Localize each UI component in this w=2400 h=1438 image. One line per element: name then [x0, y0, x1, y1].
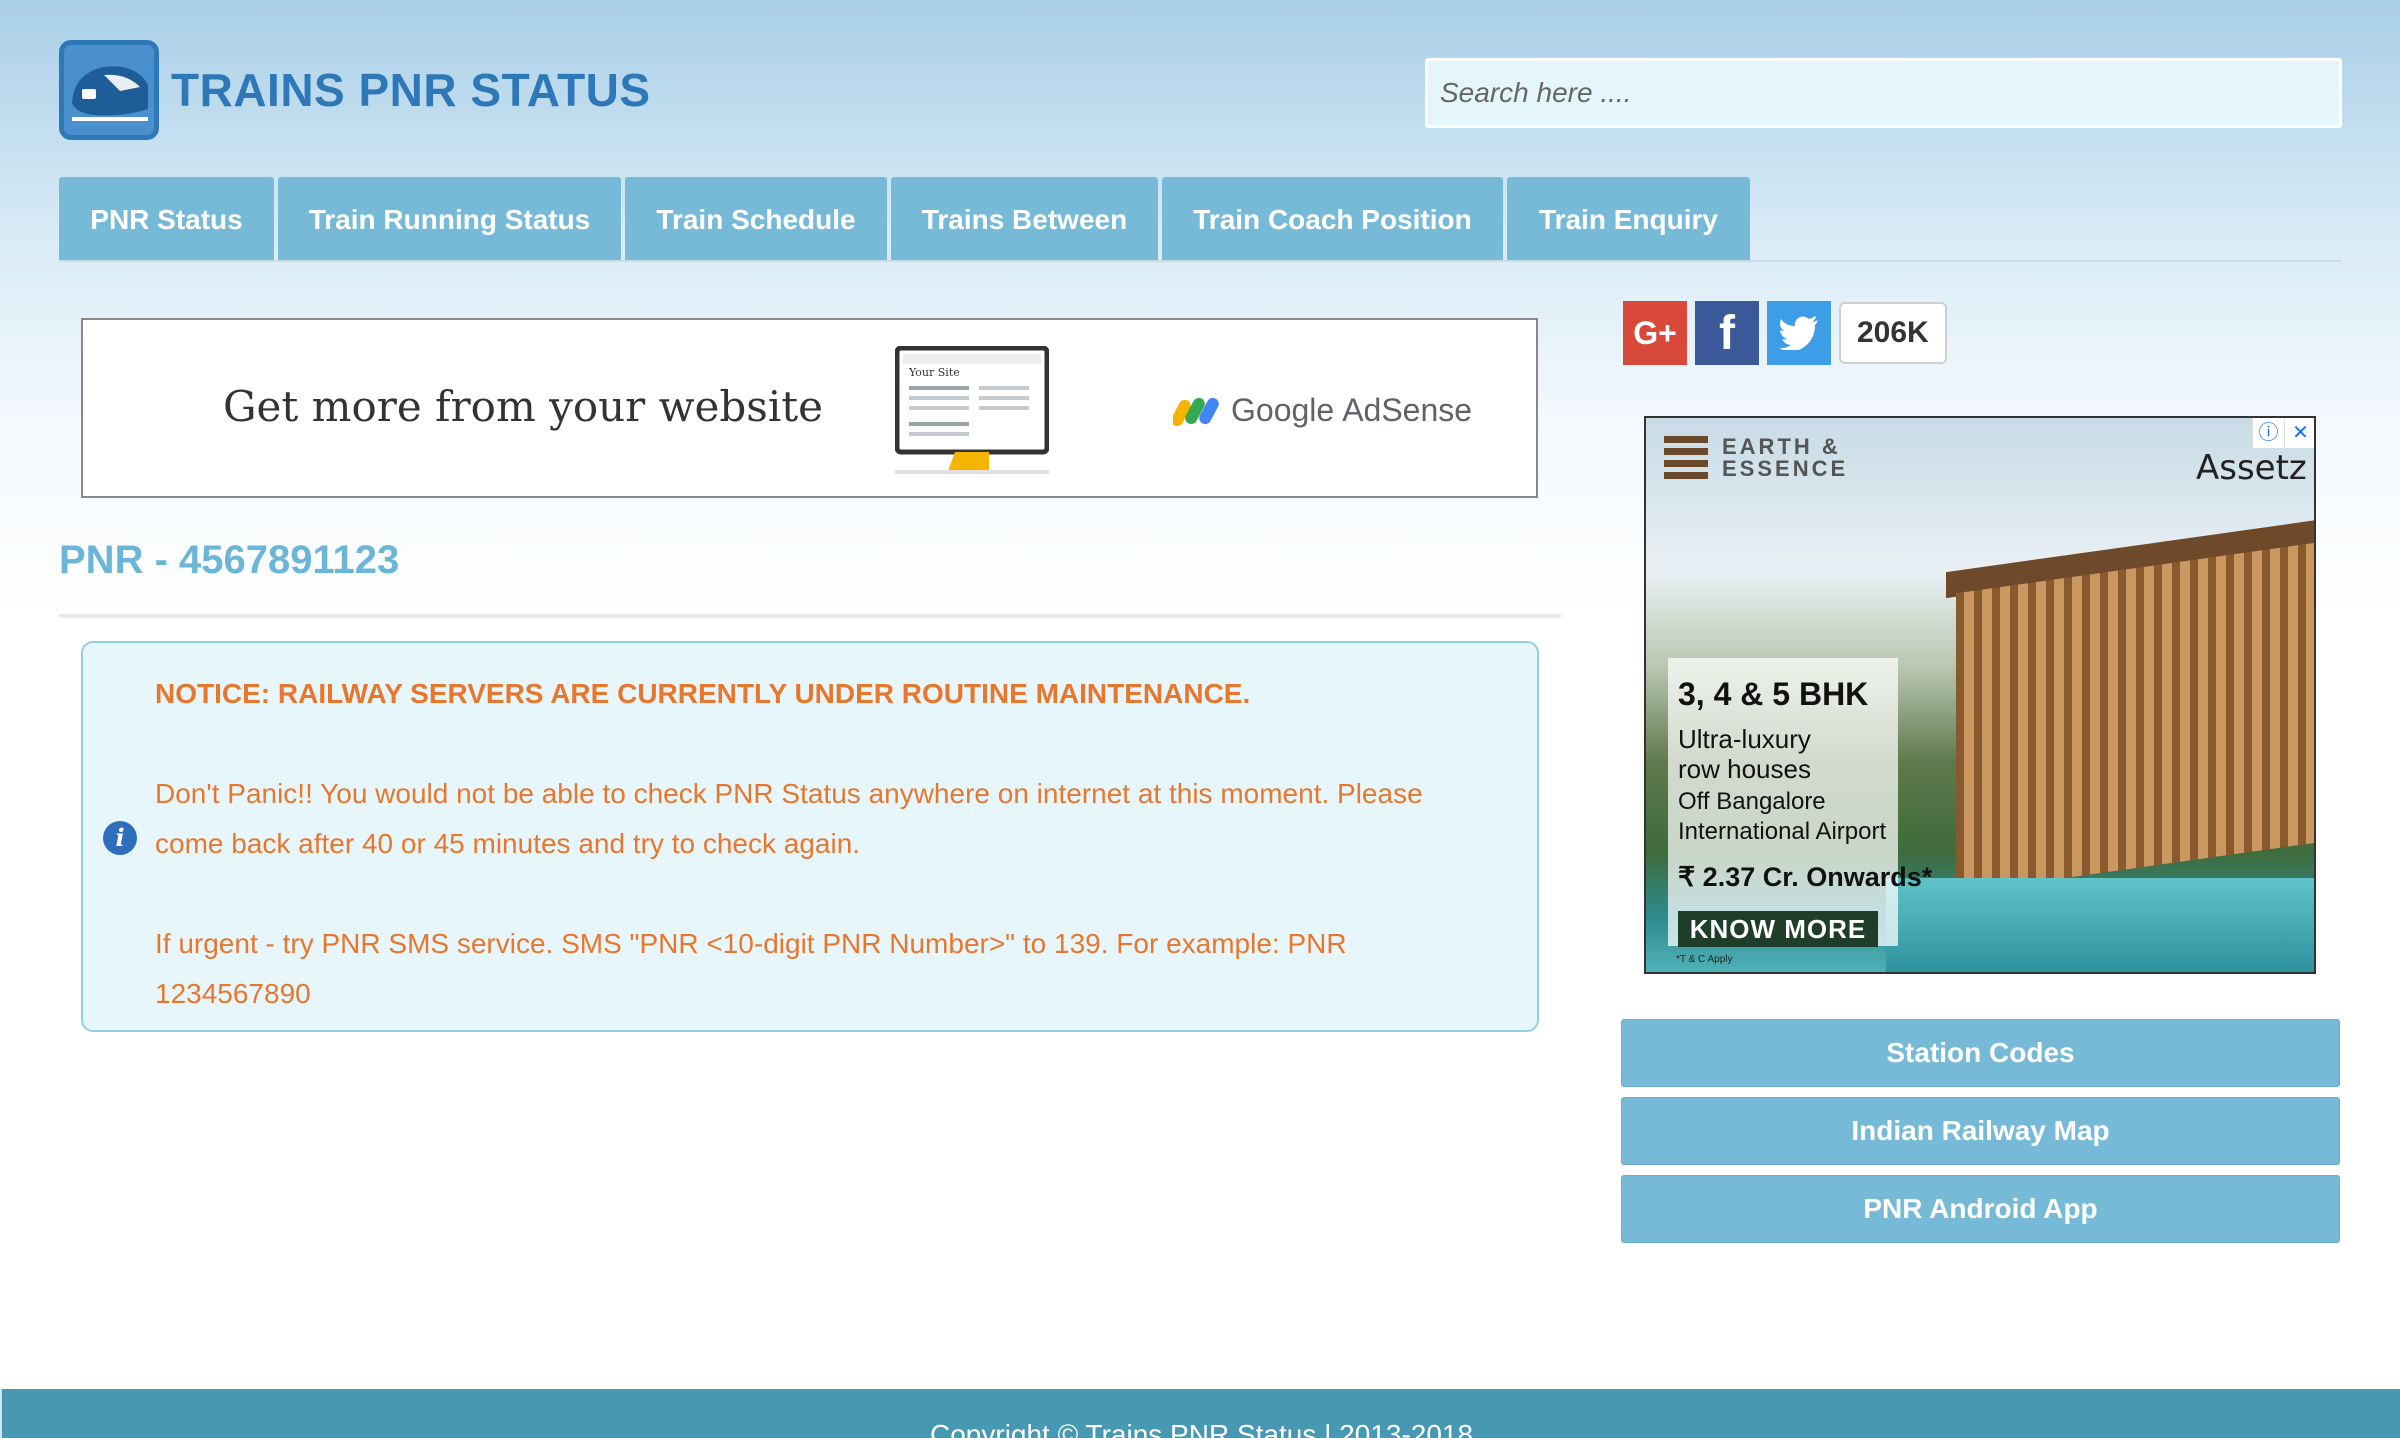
- earth-essence-logo-icon: [1664, 436, 1708, 480]
- ad-building-image: [1956, 542, 2314, 894]
- ad-line-2: row houses: [1678, 754, 1811, 784]
- notice-heading: NOTICE: RAILWAY SERVERS ARE CURRENTLY UN…: [155, 678, 1251, 709]
- ad-price: ₹ 2.37 Cr. Onwards*: [1678, 862, 1933, 892]
- site-logo[interactable]: TRAINS PNR STATUS: [59, 40, 651, 140]
- ad-line-3: Off Bangalore: [1678, 788, 1826, 815]
- site-title: TRAINS PNR STATUS: [171, 64, 651, 116]
- ad-choices[interactable]: ⓘ ✕: [2252, 418, 2314, 448]
- ad-line-4: International Airport: [1678, 818, 1887, 845]
- ad-brand-left: EARTH & ESSENCE: [1722, 434, 1849, 481]
- info-icon: i: [103, 821, 137, 855]
- nav-divider: [59, 260, 2342, 262]
- tab-train-schedule[interactable]: Train Schedule: [625, 177, 887, 262]
- main-nav: PNR Status Train Running Status Train Sc…: [59, 177, 1754, 262]
- tab-train-enquiry[interactable]: Train Enquiry: [1507, 177, 1750, 262]
- adsense-product-text: AdSense: [1342, 392, 1473, 428]
- tab-trains-between[interactable]: Trains Between: [891, 177, 1158, 262]
- ad-terms: *T & C Apply: [1676, 954, 1733, 965]
- pnr-title: PNR - 4567891123: [59, 538, 400, 582]
- adsense-logo-icon: [1173, 397, 1219, 426]
- footer-copyright: Copyright © Trains PNR Status | 2013-201…: [930, 1419, 1474, 1438]
- share-count: 206K: [1839, 302, 1947, 364]
- tab-train-running-status[interactable]: Train Running Status: [278, 177, 621, 262]
- ad-info-icon[interactable]: ⓘ: [2252, 418, 2284, 448]
- know-more-button[interactable]: KNOW MORE: [1678, 911, 1878, 947]
- indian-railway-map-button[interactable]: Indian Railway Map: [1621, 1097, 2340, 1165]
- pnr-divider: [59, 614, 1561, 618]
- ad-line-1: Ultra-luxury: [1678, 724, 1811, 754]
- pnr-android-app-button[interactable]: PNR Android App: [1621, 1175, 2340, 1243]
- adsense-google-text: Google: [1231, 392, 1335, 428]
- tab-pnr-status[interactable]: PNR Status: [59, 177, 274, 262]
- monitor-illustration: Your Site: [894, 345, 1050, 476]
- footer: Copyright © Trains PNR Status | 2013-201…: [0, 1389, 2400, 1438]
- google-plus-icon[interactable]: G+: [1623, 301, 1687, 365]
- train-logo-icon: [59, 40, 159, 140]
- notice-paragraph-1: Don't Panic!! You would not be able to c…: [155, 778, 1423, 859]
- station-codes-button[interactable]: Station Codes: [1621, 1019, 2340, 1087]
- adsense-brand: Google AdSense: [1173, 392, 1472, 429]
- tab-train-coach-position[interactable]: Train Coach Position: [1162, 177, 1503, 262]
- search-input[interactable]: [1425, 58, 2342, 128]
- social-share-bar: G+ f 206K: [1623, 301, 1947, 365]
- close-icon[interactable]: ✕: [2284, 418, 2314, 448]
- ad-screen-caption: Your Site: [908, 366, 960, 379]
- facebook-icon[interactable]: f: [1695, 301, 1759, 365]
- ad-bhk: 3, 4 & 5 BHK: [1678, 676, 1869, 712]
- ad-brand-right: Assetz: [2196, 448, 2307, 488]
- adsense-banner-ad[interactable]: Get more from your website Your Site Goo…: [81, 318, 1538, 498]
- notice-paragraph-2: If urgent - try PNR SMS service. SMS "PN…: [155, 928, 1347, 1009]
- twitter-icon[interactable]: [1767, 301, 1831, 365]
- ad-headline: Get more from your website: [223, 382, 824, 431]
- maintenance-notice: i NOTICE: RAILWAY SERVERS ARE CURRENTLY …: [81, 641, 1539, 1032]
- sidebar-ad[interactable]: EARTH & ESSENCE Assetz ⓘ ✕ 3, 4 & 5 BHK …: [1644, 416, 2316, 974]
